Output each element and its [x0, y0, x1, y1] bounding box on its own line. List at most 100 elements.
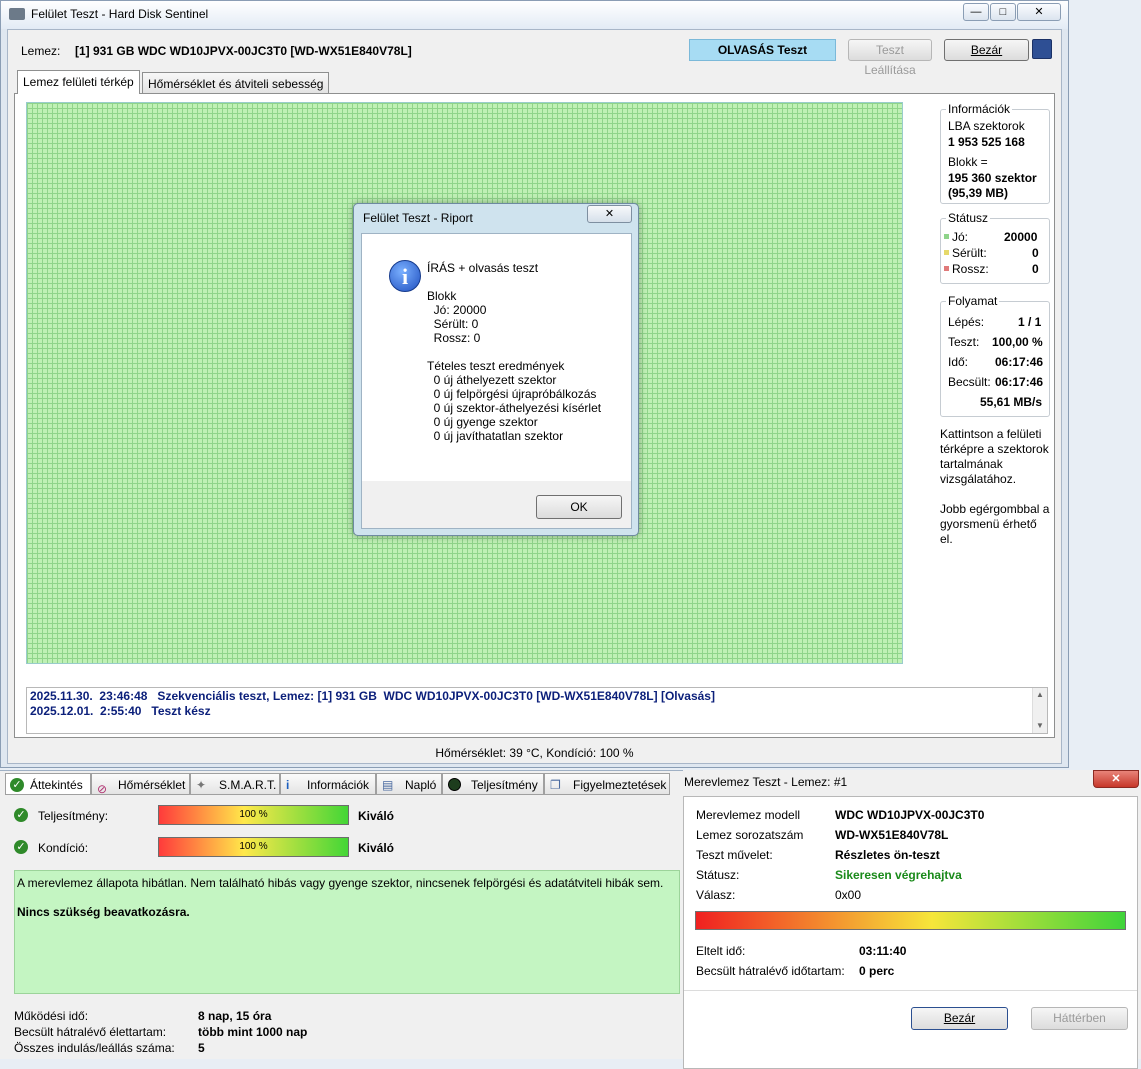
hint-line: gyorsmenü érhető [940, 517, 1037, 531]
scroll-down-icon[interactable]: ▼ [1036, 721, 1044, 730]
start-stop-label: Összes indulás/leállás száma: [14, 1041, 175, 1055]
report-line: 0 új javíthatatlan szektor [427, 429, 564, 443]
report-line [427, 275, 601, 289]
report-line: 0 új felpörgési újrapróbálkozás [427, 387, 597, 401]
step-value: 1 / 1 [1018, 315, 1042, 329]
info-small-icon: i [286, 778, 290, 792]
tab-overview[interactable]: ✓ Áttekintés [5, 773, 91, 795]
tab-alerts[interactable]: ❐ Figyelmeztetések [544, 773, 670, 795]
lba-label: LBA szektorok [948, 119, 1025, 133]
lba-value: 1 953 525 168 [948, 135, 1025, 149]
report-line: 0 új áthelyezett szektor [427, 373, 557, 387]
tab-label: S.M.A.R.T. [219, 778, 277, 792]
damaged-label: Sérült: [952, 246, 987, 260]
dialog-footer: OK [362, 481, 631, 528]
tab-information[interactable]: i Információk [280, 773, 376, 795]
report-line: Blokk [427, 289, 457, 303]
damaged-value: 0 [1032, 246, 1039, 260]
hint-line: vizsgálatához. [940, 472, 1017, 486]
good-legend-icon [944, 234, 949, 239]
elapsed-value: 03:11:40 [859, 944, 907, 958]
ok-button[interactable]: OK [536, 495, 622, 519]
condition-rating: Kiváló [358, 841, 395, 855]
serial-label: Lemez sorozatszám [696, 828, 804, 842]
test-status-value: Sikeresen végrehajtva [835, 868, 962, 882]
log-line: 2025.11.30. 23:46:48 Szekvenciális teszt… [30, 689, 715, 703]
thermometer-icon: ⊘ [97, 782, 108, 796]
test-close-button[interactable]: ✕ [1093, 770, 1139, 788]
block-label: Blokk = [948, 155, 988, 169]
tab-performance[interactable]: Teljesítmény [442, 773, 544, 795]
hint-line: Kattintson a felületi [940, 427, 1042, 441]
save-icon[interactable] [1032, 39, 1052, 59]
report-text: ÍRÁS + olvasás teszt Blokk Jó: 20000 Sér… [427, 261, 601, 443]
status-bar: Hőmérséklet: 39 °C, Kondíció: 100 % [8, 743, 1061, 763]
lifetime-value: több mint 1000 nap [198, 1025, 308, 1039]
report-line: Jó: 20000 [427, 303, 487, 317]
test-body: Merevlemez modell WDC WD10JPVX-00JC3T0 L… [683, 796, 1138, 1069]
time-label: Idő: [948, 355, 969, 369]
condition-label: Kondíció: [38, 841, 89, 855]
performance-label: Teljesítmény: [38, 809, 109, 823]
damaged-legend-icon [944, 250, 949, 255]
document-icon: ▤ [382, 778, 394, 792]
test-window-title: Merevlemez Teszt - Lemez: #1 [684, 775, 848, 789]
window-title: Felület Teszt - Hard Disk Sentinel [31, 7, 209, 21]
scroll-up-icon[interactable]: ▲ [1036, 690, 1044, 699]
report-line: 0 új gyenge szektor [427, 415, 538, 429]
elapsed-label: Eltelt idő: [696, 944, 746, 958]
good-label: Jó: [952, 230, 969, 244]
maximize-button[interactable]: □ [990, 3, 1016, 21]
bad-legend-icon [944, 266, 949, 271]
copy-icon: ❐ [550, 778, 561, 792]
app-icon [9, 8, 25, 20]
report-dialog: Felület Teszt - Riport ✕ i ÍRÁS + olvasá… [353, 203, 639, 536]
tab-smart[interactable]: ✦ S.M.A.R.T. [190, 773, 280, 795]
close-button[interactable]: Bezár [944, 39, 1029, 61]
test-status-label: Státusz: [696, 868, 740, 882]
info-icon: i [389, 260, 421, 292]
minimize-button[interactable]: — [963, 3, 989, 21]
log-scrollbar[interactable]: ▲ ▼ [1032, 688, 1047, 733]
tab-label: Hőmérséklet [118, 778, 186, 792]
report-line: 0 új szektor-áthelyezési kísérlet [427, 401, 602, 415]
tab-label: Áttekintés [30, 778, 83, 792]
start-stop-value: 5 [198, 1041, 205, 1055]
background-button[interactable]: Háttérben [1031, 1007, 1128, 1030]
summary-text: A merevlemez állapota hibátlan. Nem talá… [17, 876, 664, 890]
tab-surface-map[interactable]: Lemez felületi térkép [17, 70, 140, 94]
test-progress-bar [695, 911, 1126, 930]
bad-label: Rossz: [952, 262, 989, 276]
info-box-title: Információk [946, 102, 1013, 116]
tab-log[interactable]: ▤ Napló [376, 773, 442, 795]
remaining-label: Becsült hátralévő időtartam: [696, 964, 845, 978]
estimated-label: Becsült: [948, 375, 991, 389]
tab-temperature[interactable]: ⊘ Hőmérséklet [91, 773, 190, 796]
gauge-icon [448, 778, 461, 791]
test-close-dialog-button[interactable]: Bezár [911, 1007, 1008, 1030]
title-bar[interactable]: Felület Teszt - Hard Disk Sentinel — □ ✕ [1, 1, 1068, 29]
dialog-close-button[interactable]: ✕ [587, 205, 632, 223]
estimated-value: 06:17:46 [995, 375, 1044, 389]
check-icon: ✓ [14, 840, 28, 854]
report-line [427, 345, 601, 359]
tab-temperature-speed[interactable]: Hőmérséklet és átviteli sebesség [142, 72, 330, 94]
tab-label: Információk [307, 778, 370, 792]
event-log[interactable]: 2025.11.30. 23:46:48 Szekvenciális teszt… [26, 687, 1048, 734]
divider [684, 990, 1137, 991]
block-mb: (95,39 MB) [948, 186, 1009, 200]
check-icon: ✓ [14, 808, 28, 822]
log-line: 2025.12.01. 2:55:40 Teszt kész [30, 704, 211, 718]
hint-line: térképre a szektorok [940, 442, 1049, 456]
uptime-value: 8 nap, 15 óra [198, 1009, 272, 1023]
time-value: 06:17:46 [995, 355, 1044, 369]
bad-value: 0 [1032, 262, 1039, 276]
close-window-button[interactable]: ✕ [1017, 3, 1061, 21]
hint-line: Jobb egérgombbal a [940, 502, 1050, 516]
overview-panel: ✓ Áttekintés ⊘ Hőmérséklet ✦ S.M.A.R.T. … [0, 770, 683, 1059]
test-label: Teszt: [948, 335, 980, 349]
performance-bar: 100 % [158, 805, 349, 825]
serial-value: WD-WX51E840V78L [835, 828, 949, 842]
stop-test-button[interactable]: Teszt Leállítása [848, 39, 932, 77]
test-mode-indicator: OLVASÁS Teszt [689, 39, 836, 61]
